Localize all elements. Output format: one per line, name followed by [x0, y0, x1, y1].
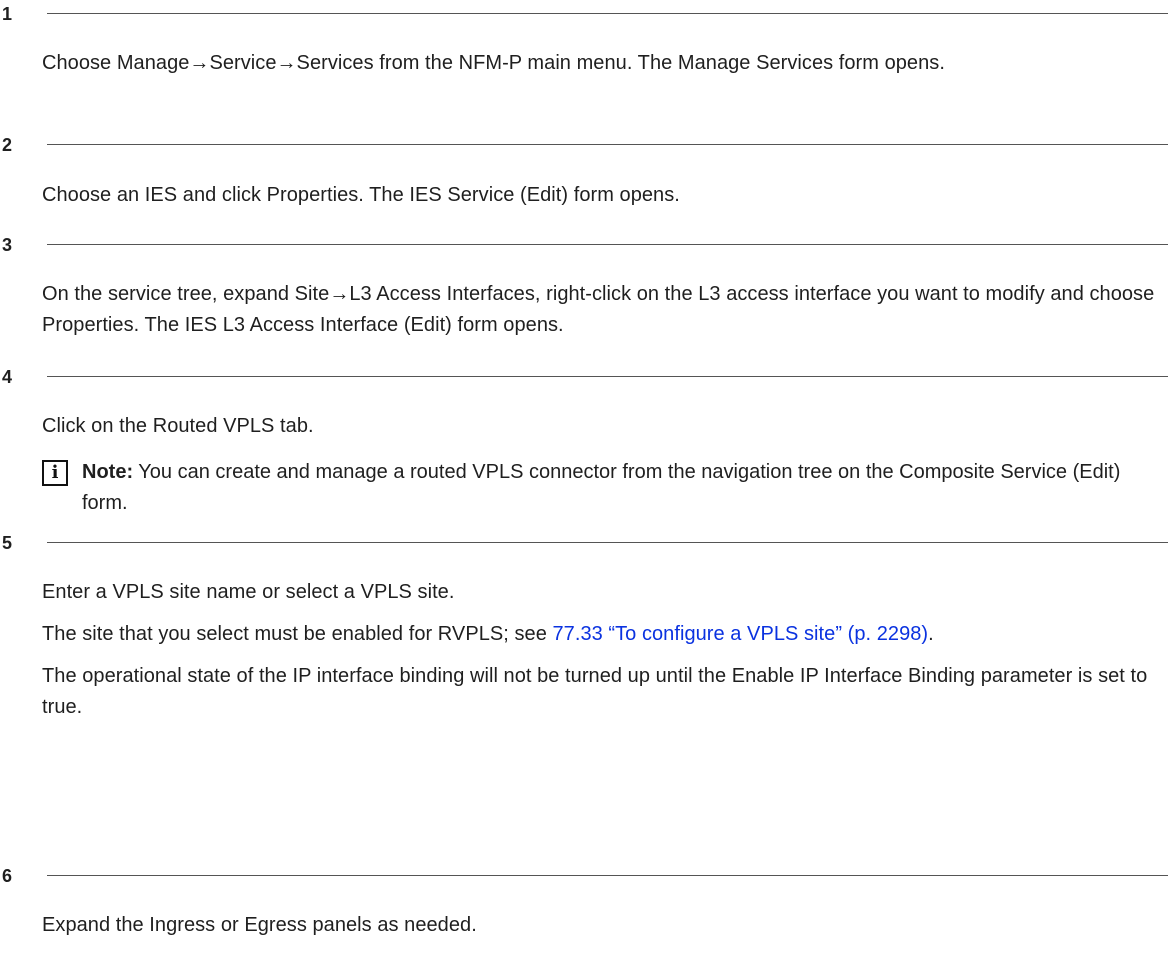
procedure-step-1: 1 Choose Manage→Service→Services from th…: [0, 2, 1174, 94]
step-instruction: Expand the Ingress or Egress panels as n…: [42, 914, 477, 936]
step-instruction: Choose Manage→Service→Services from the …: [42, 52, 945, 74]
step-divider: [47, 875, 1168, 876]
step-number: 1: [2, 4, 13, 24]
step-instruction: On the service tree, expand Site→L3 Acce…: [42, 283, 1155, 336]
step-paragraph: The site that you select must be enabled…: [42, 619, 1160, 650]
step-body: Choose an IES and click Properties. The …: [42, 180, 1160, 211]
info-icon: i: [42, 460, 68, 486]
step-body: Expand the Ingress or Egress panels as n…: [42, 910, 1160, 941]
step-header: 2: [0, 133, 1174, 157]
note-callout: i Note: You can create and manage a rout…: [42, 457, 1160, 519]
step-body: Enter a VPLS site name or select a VPLS …: [42, 577, 1160, 723]
step-instruction: Click on the Routed VPLS tab.: [42, 415, 314, 437]
procedure-step-6: 6 Expand the Ingress or Egress panels as…: [0, 864, 1174, 956]
step-number: 3: [2, 235, 13, 255]
step-body: On the service tree, expand Site→L3 Acce…: [42, 279, 1160, 341]
step-instruction: Choose an IES and click Properties. The …: [42, 184, 680, 206]
step-number: 2: [2, 135, 13, 155]
step-divider: [47, 542, 1168, 543]
procedure-step-4: 4 Click on the Routed VPLS tab. i Note: …: [0, 365, 1174, 519]
step-body: Choose Manage→Service→Services from the …: [42, 48, 1160, 79]
procedure-step-5: 5 Enter a VPLS site name or select a VPL…: [0, 531, 1174, 738]
paragraph-text: .: [928, 623, 934, 645]
paragraph-text: The site that you select must be enabled…: [42, 623, 553, 645]
step-number: 4: [2, 367, 13, 387]
note-text: Note: You can create and manage a routed…: [82, 457, 1160, 519]
note-label: Note:: [82, 461, 134, 483]
step-header: 1: [0, 2, 1174, 26]
step-header: 3: [0, 233, 1174, 257]
procedure-step-2: 2 Choose an IES and click Properties. Th…: [0, 133, 1174, 226]
step-divider: [47, 376, 1168, 377]
note-body: You can create and manage a routed VPLS …: [82, 461, 1121, 514]
step-divider: [47, 244, 1168, 245]
step-divider: [47, 144, 1168, 145]
step-number: 5: [2, 533, 13, 553]
step-number: 6: [2, 866, 13, 886]
step-instruction: Enter a VPLS site name or select a VPLS …: [42, 581, 455, 603]
step-header: 6: [0, 864, 1174, 888]
step-header: 5: [0, 531, 1174, 555]
step-divider: [47, 13, 1168, 14]
step-paragraph: The operational state of the IP interfac…: [42, 665, 1148, 718]
procedure-step-3: 3 On the service tree, expand Site→L3 Ac…: [0, 233, 1174, 356]
step-body: Click on the Routed VPLS tab. i Note: Yo…: [42, 411, 1160, 519]
cross-reference-link[interactable]: 77.33 “To configure a VPLS site” (p. 229…: [553, 623, 929, 645]
step-header: 4: [0, 365, 1174, 389]
